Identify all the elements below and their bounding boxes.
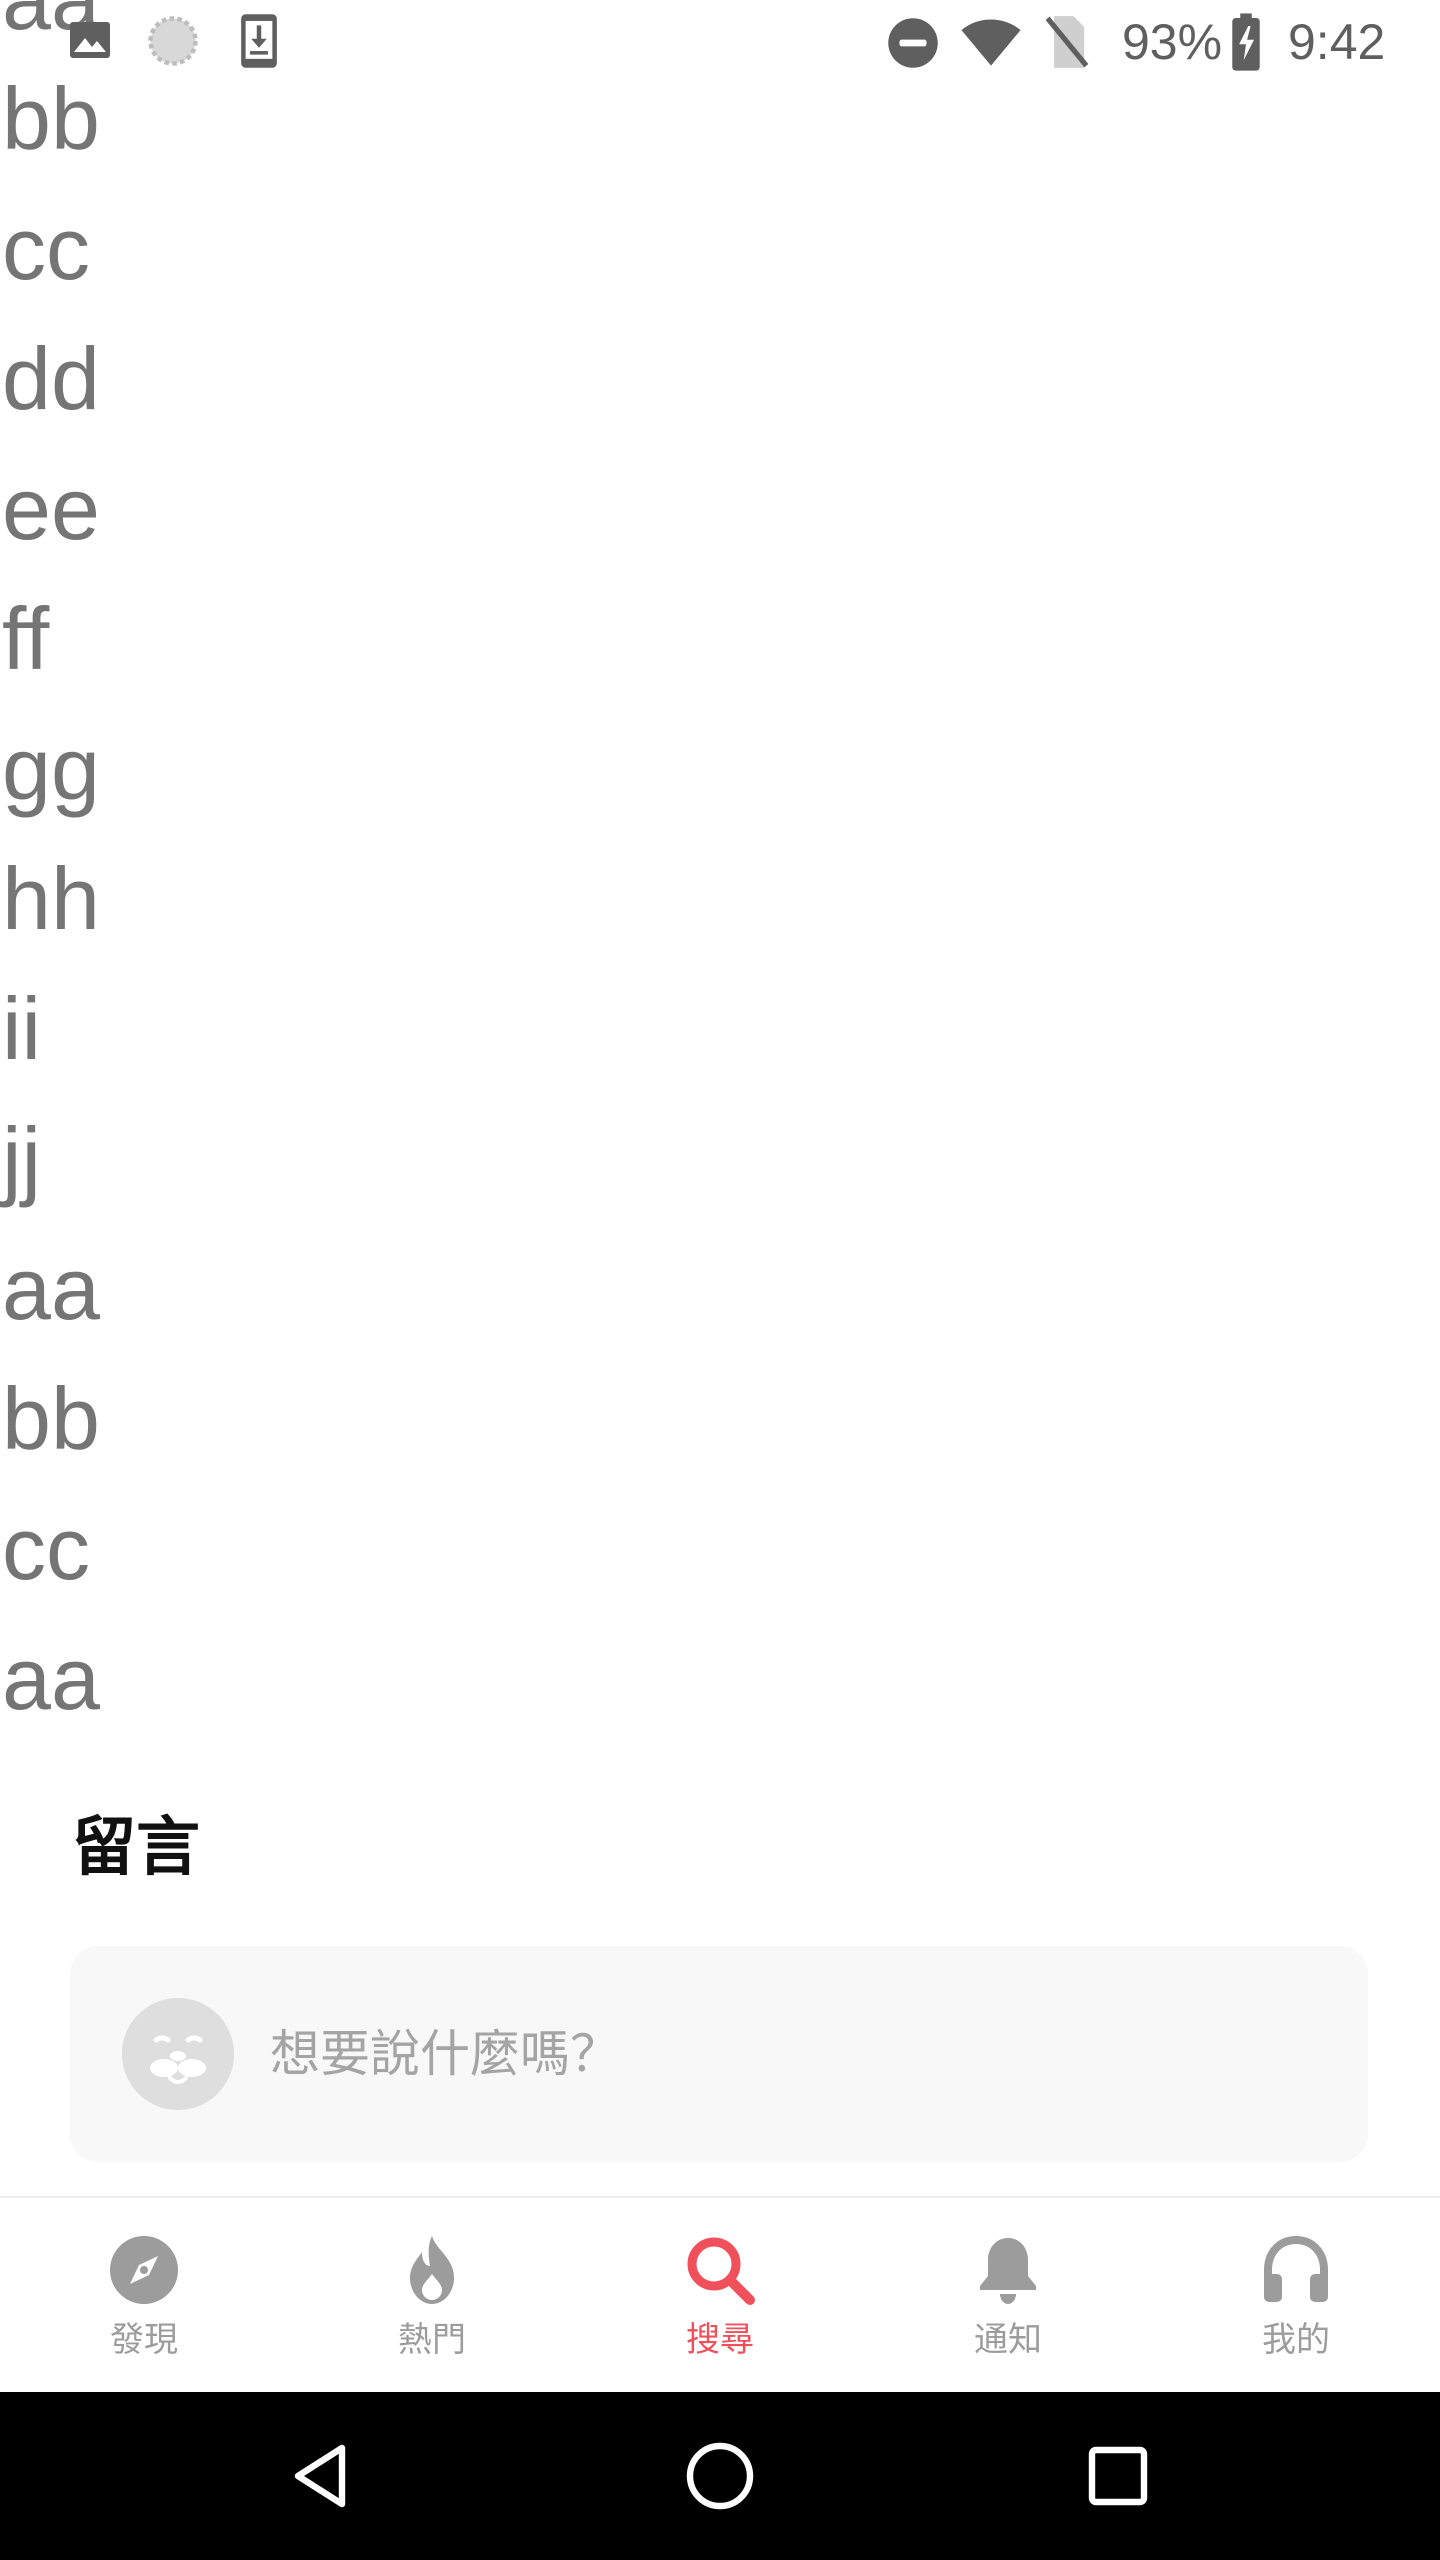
flame-icon [410,2236,454,2304]
nav-label: 熱門 [398,2320,466,2360]
comment-input[interactable] [270,2018,1320,2090]
battery-percentage: 93% [1122,14,1223,70]
seal-avatar-icon [122,1998,234,2110]
do-not-disturb-icon [888,18,938,68]
letter-list[interactable]: aa bb cc dd ee ff gg hh ii jj aa bb cc a… [0,0,1440,1760]
list-item: aa [2,1239,100,1338]
list-item: cc [2,199,90,298]
wifi-icon [961,19,1021,66]
clock: 9:42 [1288,14,1386,70]
list-item: ii [2,979,42,1078]
list-item: jj [2,1109,42,1208]
compass-icon [110,2236,178,2304]
download-icon [241,14,277,68]
nav-label: 發現 [110,2320,178,2360]
list-item: hh [2,849,100,948]
nav-label: 通知 [974,2320,1042,2360]
list-item: cc [2,1499,90,1598]
list-item: aa [2,1629,100,1728]
avatar [122,1998,234,2110]
nav-item-profile[interactable]: 我的 [1152,2198,1440,2394]
home-icon[interactable] [680,2436,760,2516]
nav-item-notifications[interactable]: 通知 [864,2198,1152,2394]
image-icon [70,22,110,58]
sync-icon [148,16,198,66]
list-item: gg [2,719,100,818]
comment-input-box[interactable] [70,1946,1368,2162]
list-item: ee [2,459,100,558]
nav-label: 搜尋 [686,2320,754,2360]
back-icon[interactable] [282,2436,362,2516]
list-item: bb [2,1369,100,1468]
search-icon [687,2237,755,2305]
list-item: dd [2,329,100,428]
nav-label: 我的 [1262,2320,1330,2360]
bottom-nav: 發現 熱門 搜尋 通知 我的 [0,2196,1440,2394]
screen: aa bb cc dd ee ff gg hh ii jj aa bb cc a… [0,0,1440,2560]
list-item: ff [2,589,50,688]
battery-charging-icon [1232,13,1260,71]
comments-heading: 留言 [72,1811,200,1885]
nav-item-discover[interactable]: 發現 [0,2198,288,2394]
bell-icon [980,2238,1036,2304]
status-bar: 93% 9:42 [0,0,1440,84]
headphones-icon [1264,2235,1328,2302]
system-nav-bar [0,2392,1440,2560]
no-sim-icon [1045,16,1089,68]
nav-item-trending[interactable]: 熱門 [288,2198,576,2394]
recents-icon[interactable] [1078,2436,1158,2516]
nav-item-search[interactable]: 搜尋 [576,2198,864,2394]
